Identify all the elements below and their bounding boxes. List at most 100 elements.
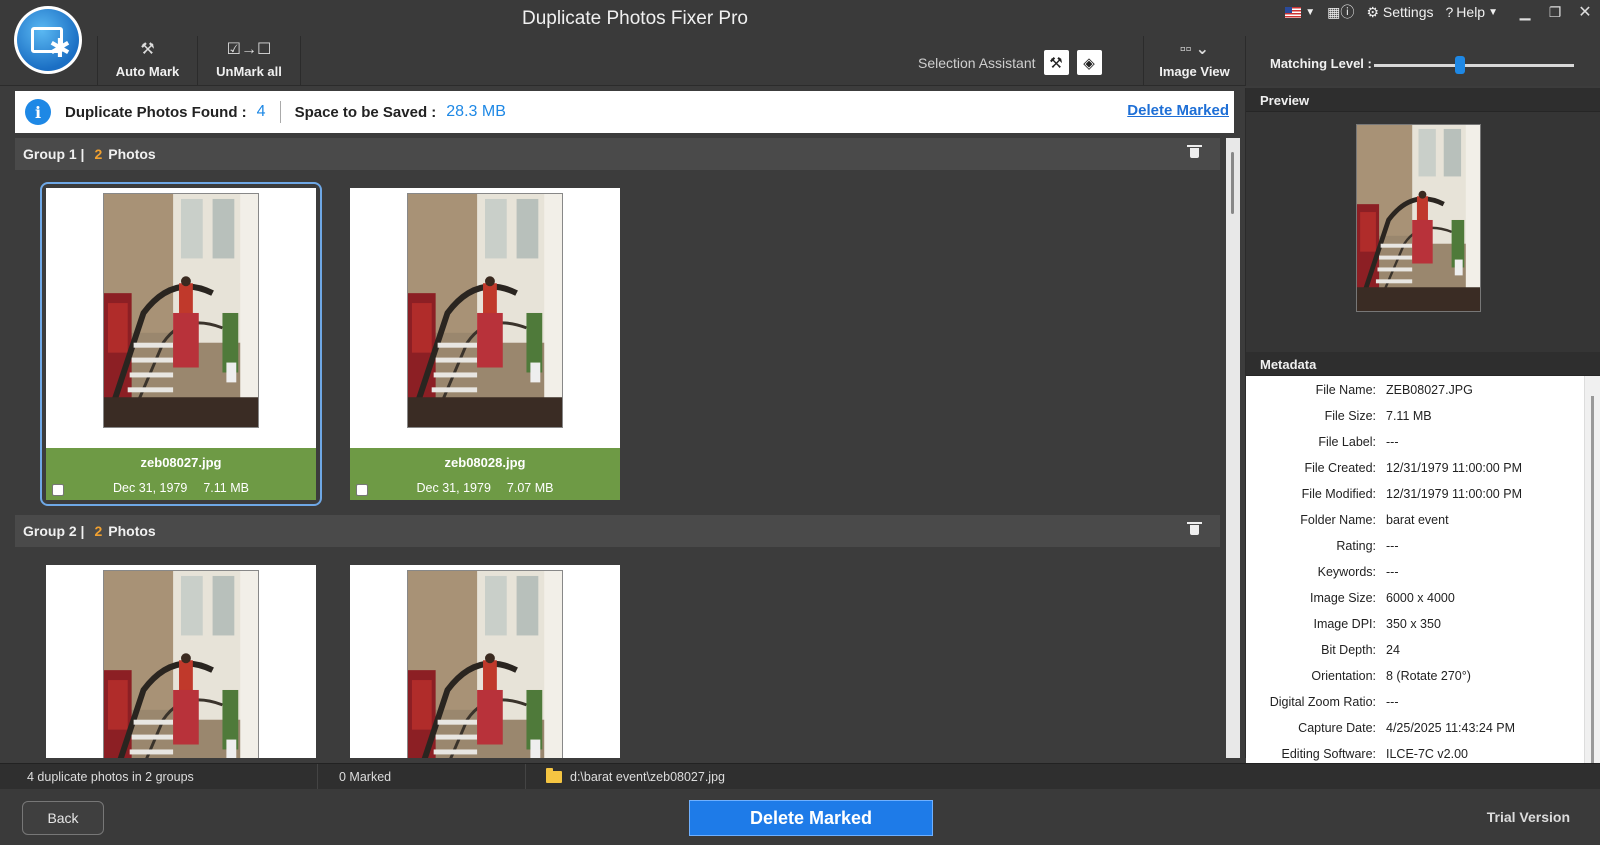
metadata-key: File Created: (1304, 461, 1376, 475)
metadata-key: Bit Depth: (1321, 643, 1376, 657)
back-button[interactable]: Back (22, 801, 104, 835)
minimize-button[interactable]: ▁ (1510, 0, 1540, 24)
status-marked: 0 Marked (318, 764, 526, 790)
metadata-value: ZEB08027.JPG (1386, 383, 1473, 397)
group-unit: Photos (108, 146, 156, 162)
metadata-scrollbar[interactable] (1584, 376, 1600, 781)
groups-scrollbar[interactable] (1226, 138, 1240, 758)
us-flag-icon (1285, 6, 1302, 18)
metadata-row: Image Size: 6000 x 4000 (1246, 585, 1576, 611)
wand-select-button[interactable]: ⚒ (1043, 50, 1069, 75)
delete-marked-link[interactable]: Delete Marked (1127, 102, 1229, 119)
space-label: Space to be Saved : (294, 103, 437, 121)
metadata-key: Image DPI: (1313, 617, 1376, 631)
right-panel: Preview Metadata File Name: ZEB08027.JPG F… (1245, 88, 1600, 781)
photo-card[interactable] (350, 565, 620, 758)
slider-thumb[interactable] (1455, 56, 1465, 74)
trash-icon[interactable] (1187, 145, 1202, 159)
photo-thumbnail[interactable] (407, 570, 563, 758)
metadata-row: File Size: 7.11 MB (1246, 403, 1576, 429)
divider (279, 101, 281, 123)
trial-version-label: Trial Version (1486, 809, 1570, 825)
photo-filename: zeb08027.jpg (140, 455, 222, 470)
gear-icon: ⚙ (1366, 3, 1379, 20)
photo-details: Dec 31, 1979 7.11 MB (46, 481, 316, 495)
selection-assistant-label: Selection Assistant (918, 54, 1036, 71)
photo-date: Dec 31, 1979 (416, 481, 491, 495)
metadata-row: File Created: 12/31/1979 11:00:00 PM (1246, 455, 1576, 481)
group-header: Group 1 | 2 Photos (15, 138, 1220, 170)
unmark-all-button[interactable]: ☑→☐ UnMark all (197, 36, 301, 86)
restore-button[interactable]: ❐ (1540, 0, 1570, 24)
delete-marked-button[interactable]: Delete Marked (689, 800, 933, 836)
photo-checkbox[interactable] (356, 484, 368, 496)
status-bar: 4 duplicate photos in 2 groups 0 Marked … (0, 763, 1600, 790)
photo-thumbnail[interactable] (407, 193, 563, 428)
metadata-value: --- (1386, 539, 1399, 553)
group-unit: Photos (108, 523, 156, 539)
photo-frame (350, 565, 620, 758)
photo-frame (350, 188, 620, 448)
matching-level-label: Matching Level : (1270, 56, 1372, 71)
photo-thumbnail[interactable] (103, 570, 259, 758)
photo-card[interactable]: zeb08027.jpg Dec 31, 1979 7.11 MB (40, 182, 322, 506)
selection-assistant: Selection Assistant ⚒ ◈ (918, 50, 1102, 75)
space-value: 28.3 MB (446, 103, 506, 120)
photo-frame (46, 565, 316, 758)
restore-icon: ❐ (1548, 3, 1562, 20)
photo-card[interactable]: zeb08028.jpg Dec 31, 1979 7.07 MB (350, 188, 620, 500)
metadata-row: Bit Depth: 24 (1246, 637, 1576, 663)
image-view-label: Image View (1159, 64, 1230, 79)
close-button[interactable]: ✕ (1570, 0, 1600, 24)
eraser-button[interactable]: ◈ (1076, 50, 1102, 75)
metadata-value: 8 (Rotate 270°) (1386, 669, 1471, 683)
minimize-icon: ▁ (1519, 3, 1531, 20)
folder-icon (546, 768, 562, 783)
found-label: Duplicate Photos Found : (65, 103, 247, 121)
trash-icon[interactable] (1187, 522, 1202, 536)
photo-details: Dec 31, 1979 7.07 MB (350, 481, 620, 495)
metadata-key: Capture Date: (1298, 721, 1376, 735)
metadata-value: 6000 x 4000 (1386, 591, 1455, 605)
info-grid-button[interactable]: ▦ⓘ (1327, 2, 1354, 22)
metadata-key: File Modified: (1301, 487, 1376, 501)
photo-frame (46, 188, 316, 448)
metadata-row: Rating: --- (1246, 533, 1576, 559)
preview-image (1356, 124, 1481, 312)
preview-area (1246, 112, 1600, 352)
settings-button[interactable]: ⚙ Settings (1366, 4, 1433, 21)
matching-level-slider[interactable] (1374, 56, 1574, 74)
unmark-all-label: UnMark all (216, 64, 282, 79)
metadata-value: 350 x 350 (1386, 617, 1441, 631)
photo-meta: zeb08027.jpg Dec 31, 1979 7.11 MB (46, 448, 316, 500)
metadata-key: Rating: (1336, 539, 1376, 553)
metadata-row: Capture Date: 4/25/2025 11:43:24 PM (1246, 715, 1576, 741)
metadata-row: Keywords: --- (1246, 559, 1576, 585)
title-bar: Duplicate Photos Fixer Pro ▼ ▦ⓘ ⚙ Settin… (0, 0, 1600, 36)
chevron-down-icon: ▼ (1305, 6, 1316, 18)
bottom-bar: Back Delete Marked Trial Version (0, 789, 1600, 845)
metadata-key: Folder Name: (1300, 513, 1376, 527)
language-selector[interactable]: ▼ (1285, 6, 1316, 18)
metadata-key: Orientation: (1311, 669, 1376, 683)
scroll-thumb[interactable] (1591, 396, 1594, 771)
scroll-thumb[interactable] (1231, 152, 1234, 214)
photo-checkbox[interactable] (52, 484, 64, 496)
auto-mark-button[interactable]: ⚒ Auto Mark (97, 36, 197, 86)
question-icon: ? (1445, 4, 1454, 20)
group-count: 2 (94, 146, 103, 162)
summary-bar: i Duplicate Photos Found : 4 Space to be… (15, 91, 1234, 133)
photo-thumbnail[interactable] (103, 193, 259, 428)
metadata-row: File Label: --- (1246, 429, 1576, 455)
magic-wand-icon: ⚒ (140, 41, 155, 58)
photo-card[interactable] (46, 565, 316, 758)
unmark-icon: ☑→☐ (226, 41, 272, 58)
help-button[interactable]: ? Help ▼ (1446, 4, 1499, 20)
image-view-button[interactable]: ▫▫ ⌄ Image View (1143, 36, 1245, 86)
metadata-table: File Name: ZEB08027.JPG File Size: 7.11 MB F… (1246, 376, 1600, 781)
grid-view-icon: ▫▫ ⌄ (1179, 41, 1210, 58)
group-title: Group 1 | (23, 146, 85, 162)
photo-size: 7.11 MB (203, 481, 249, 495)
metadata-key: Digital Zoom Ratio: (1269, 695, 1376, 709)
group-count: 2 (94, 523, 103, 539)
